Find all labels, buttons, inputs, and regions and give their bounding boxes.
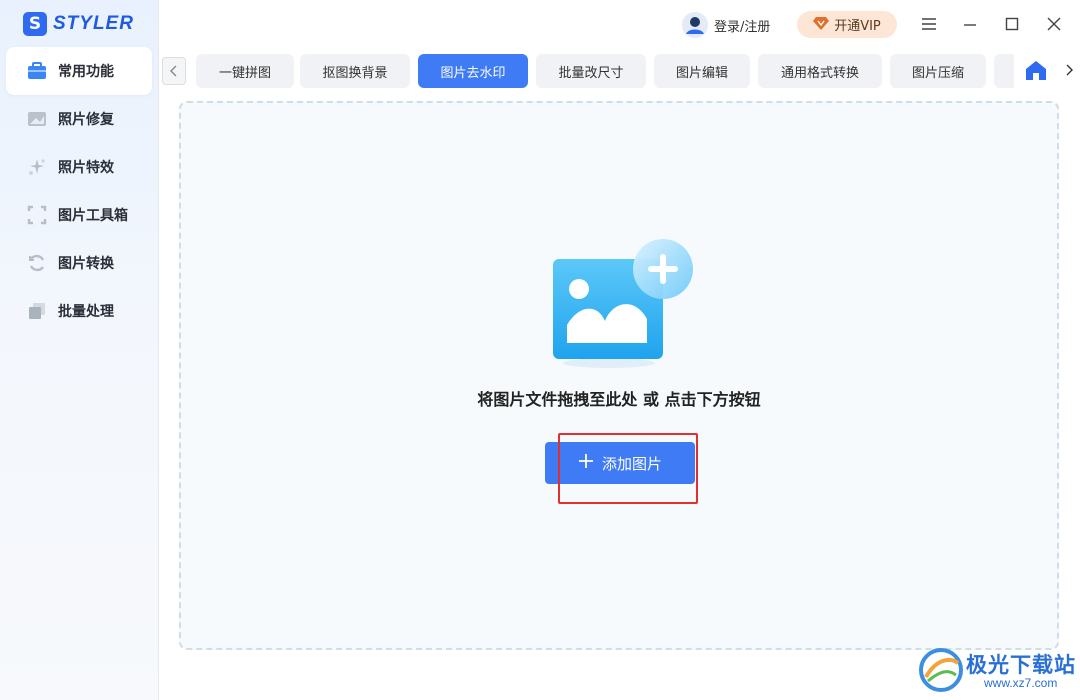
- title-bar: 登录/注册 开通VIP: [158, 0, 1080, 48]
- chevron-left-icon: [170, 65, 177, 77]
- tab-image-edit[interactable]: 图片编辑: [654, 54, 750, 88]
- home-button[interactable]: [1024, 58, 1048, 82]
- convert-icon: [26, 252, 48, 274]
- drop-hint-text: 将图片文件拖拽至此处 或 点击下方按钮: [477, 390, 761, 409]
- tab-batch-resize[interactable]: 批量改尺寸: [536, 54, 646, 88]
- user-avatar-icon: [682, 12, 708, 38]
- sidebar-item-image-convert[interactable]: 图片转换: [6, 239, 152, 287]
- highlight-annotation: [558, 433, 698, 504]
- app-logo: S STYLER: [23, 12, 134, 36]
- watermark-url: www.xz7.com: [984, 676, 1058, 690]
- close-button[interactable]: [1042, 12, 1066, 36]
- login-register-label: 登录/注册: [714, 19, 771, 35]
- crop-frame-icon: [26, 204, 48, 226]
- watermark-logo-icon: [919, 648, 963, 692]
- sparkle-icon: [26, 156, 48, 178]
- hamburger-icon: [922, 18, 936, 30]
- sidebar-item-label: 常用功能: [58, 64, 114, 80]
- watermark-text: 极光下载站: [966, 653, 1076, 677]
- sidebar-nav: 常用功能 照片修复 照片特效 图片工具箱 图片转换 批量处理: [0, 47, 158, 335]
- maximize-icon: [1005, 17, 1019, 31]
- sidebar-item-image-toolbox[interactable]: 图片工具箱: [6, 191, 152, 239]
- minimize-button[interactable]: [958, 12, 982, 36]
- image-add-icon: [553, 239, 693, 368]
- layers-icon: [26, 300, 48, 322]
- add-image-illustration: [549, 235, 699, 375]
- tab-more[interactable]: …: [994, 54, 1014, 88]
- login-register-button[interactable]: 登录/注册: [682, 10, 770, 40]
- tab-one-click-collage[interactable]: 一键拼图: [196, 54, 294, 88]
- sidebar-item-label: 照片修复: [58, 112, 114, 128]
- home-icon: [1026, 61, 1046, 80]
- vip-label: 开通VIP: [834, 19, 881, 34]
- sidebar-item-batch[interactable]: 批量处理: [6, 287, 152, 335]
- tab-image-compress[interactable]: 图片压缩: [890, 54, 986, 88]
- toolbox-icon: [26, 60, 48, 82]
- chevron-right-icon: [1066, 64, 1073, 76]
- sidebar-item-photo-effects[interactable]: 照片特效: [6, 143, 152, 191]
- sidebar: S STYLER 常用功能 照片修复 照片特效 图片工具箱 图片转换 批量处理: [0, 0, 159, 700]
- feature-tabs: 一键拼图 抠图换背景 图片去水印 批量改尺寸 图片编辑 通用格式转换 图片压缩 …: [196, 54, 1014, 88]
- sidebar-item-label: 批量处理: [58, 304, 114, 320]
- tabs-scroll-left-button[interactable]: [162, 57, 186, 85]
- image-drop-zone[interactable]: 将图片文件拖拽至此处 或 点击下方按钮 添加图片: [179, 101, 1059, 650]
- photo-repair-icon: [26, 108, 48, 130]
- close-icon: [1047, 17, 1061, 31]
- sidebar-item-label: 图片工具箱: [58, 208, 128, 224]
- sidebar-item-photo-repair[interactable]: 照片修复: [6, 95, 152, 143]
- sidebar-item-label: 图片转换: [58, 256, 114, 272]
- maximize-button[interactable]: [1000, 12, 1024, 36]
- sidebar-item-label: 照片特效: [58, 160, 114, 176]
- minimize-icon: [964, 24, 976, 26]
- tabs-scroll-right-button[interactable]: [1058, 57, 1080, 83]
- tab-format-convert[interactable]: 通用格式转换: [758, 54, 882, 88]
- tab-cutout-background[interactable]: 抠图换背景: [300, 54, 410, 88]
- sidebar-item-common[interactable]: 常用功能: [6, 47, 152, 95]
- tab-remove-watermark[interactable]: 图片去水印: [418, 54, 528, 88]
- vip-diamond-icon: [813, 15, 830, 34]
- app-name: STYLER: [53, 13, 134, 34]
- logo-badge: S: [23, 12, 47, 36]
- hamburger-menu-button[interactable]: [917, 12, 941, 36]
- open-vip-button[interactable]: 开通VIP: [797, 11, 897, 38]
- site-watermark: 极光下载站 www.xz7.com: [918, 645, 1078, 697]
